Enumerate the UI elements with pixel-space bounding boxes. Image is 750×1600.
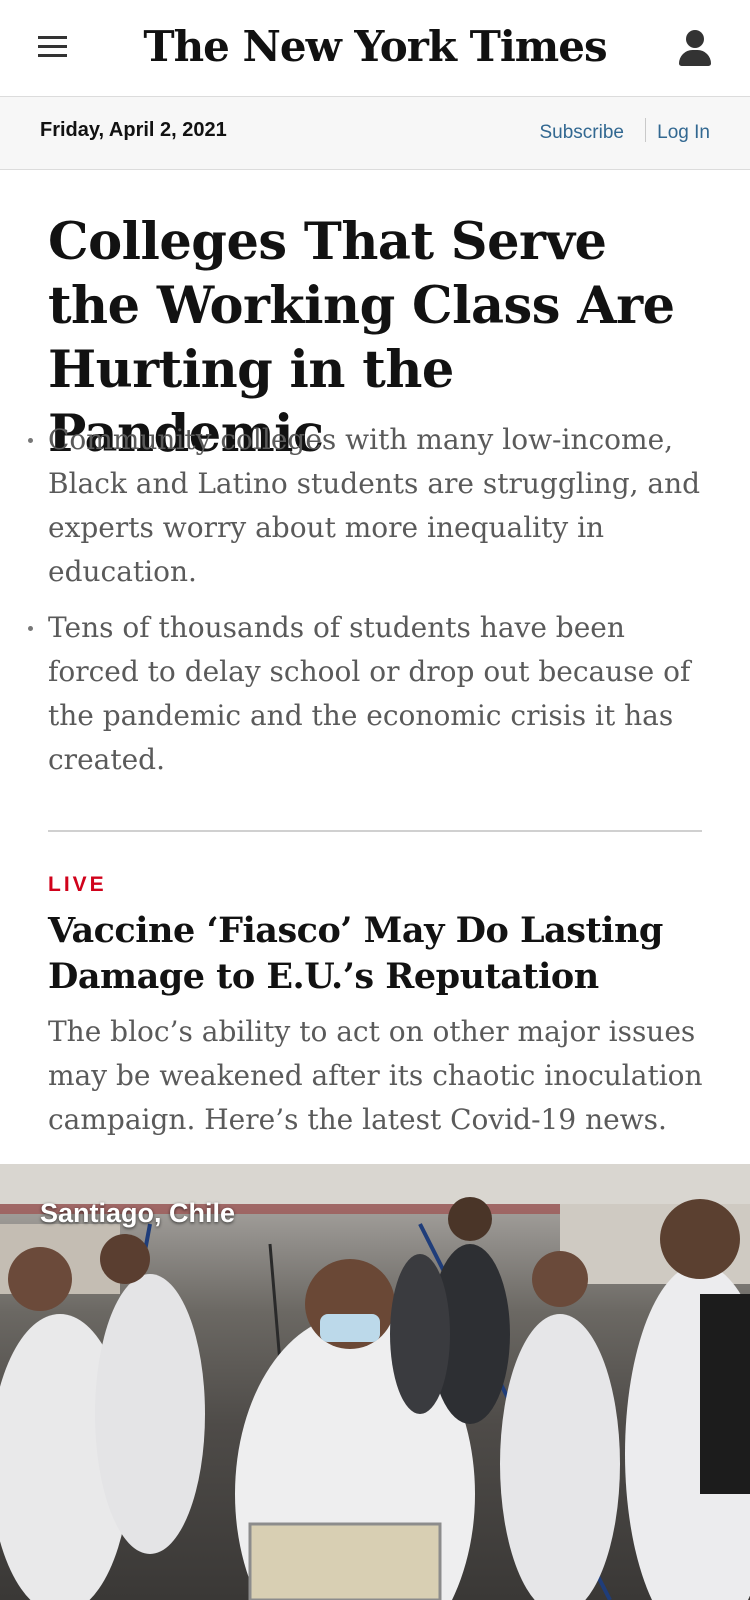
- divider: [645, 118, 646, 142]
- summary-bullet: Tens of thousands of students have been …: [28, 606, 708, 782]
- second-headline[interactable]: Vaccine ‘Fiasco’ May Do Lasting Damage t…: [48, 908, 708, 1000]
- subscribe-link[interactable]: Subscribe: [540, 122, 625, 144]
- photo-illustration: [0, 1164, 750, 1600]
- summary-bullet: Community colleges with many low-income,…: [28, 418, 708, 594]
- person-icon[interactable]: [678, 30, 712, 68]
- bullet-dot-icon: [28, 626, 33, 631]
- story-photo[interactable]: [0, 1164, 750, 1600]
- date-bar: Friday, April 2, 2021 Subscribe Log In: [0, 97, 750, 170]
- second-summary: The bloc’s ability to act on other major…: [48, 1015, 703, 1136]
- live-label: LIVE: [48, 873, 107, 896]
- summary-bullet-text: Tens of thousands of students have been …: [48, 611, 691, 776]
- top-header: The New York Times: [0, 0, 750, 97]
- current-date: Friday, April 2, 2021: [40, 119, 227, 141]
- lead-summary-list: Community colleges with many low-income,…: [28, 418, 708, 794]
- bullet-dot-icon: [28, 438, 33, 443]
- login-link[interactable]: Log In: [657, 122, 710, 144]
- photo-caption: Santiago, Chile: [40, 1198, 236, 1228]
- section-divider: [48, 830, 702, 832]
- summary-bullet-text: Community colleges with many low-income,…: [48, 423, 701, 588]
- nyt-logo[interactable]: The New York Times: [0, 22, 750, 71]
